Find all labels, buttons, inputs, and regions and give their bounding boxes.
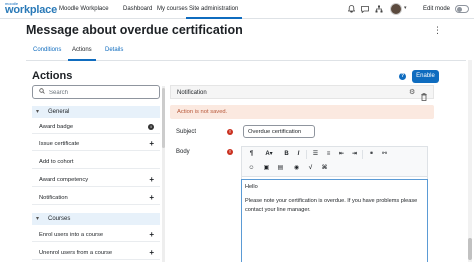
- org-icon[interactable]: [374, 4, 384, 14]
- italic-icon[interactable]: I: [294, 150, 303, 159]
- page-scrollbar[interactable]: [468, 60, 472, 262]
- bell-icon[interactable]: [346, 4, 356, 14]
- unlink-icon[interactable]: ⚯: [380, 150, 389, 159]
- left-scrollbar[interactable]: [162, 86, 165, 262]
- edit-mode-label: Edit mode: [423, 6, 451, 12]
- nav-dashboard[interactable]: Dashboard: [123, 5, 152, 13]
- search-input[interactable]: [49, 88, 149, 97]
- top-navbar: moodle workplace Moodle Workplace Dashbo…: [0, 0, 474, 19]
- list-item-issue-certificate[interactable]: Issue certificate +: [32, 137, 160, 151]
- body-label: Body: [176, 149, 190, 155]
- active-tab-indicator: [68, 59, 96, 61]
- body-line: Hello: [245, 184, 258, 190]
- add-icon[interactable]: +: [149, 248, 154, 257]
- list-item-label: Unenrol users from a course: [39, 250, 113, 256]
- list-item-label: Add to cohort: [39, 159, 74, 165]
- info-icon[interactable]: i: [148, 124, 154, 130]
- moodle-workplace-logo[interactable]: moodle workplace: [5, 2, 57, 17]
- unsaved-warning: Action is not saved.: [170, 105, 434, 119]
- image-icon[interactable]: ▣: [262, 164, 271, 173]
- nav-my-courses[interactable]: My courses: [157, 5, 188, 13]
- tab-actions[interactable]: Actions: [72, 46, 92, 54]
- section-title: Courses: [48, 216, 71, 222]
- list-item-unenrol-users[interactable]: Unenrol users from a course +: [32, 246, 160, 260]
- bold-icon[interactable]: B: [282, 150, 291, 159]
- gear-icon[interactable]: ⚙: [409, 88, 415, 97]
- nav-moodle-workplace[interactable]: Moodle Workplace: [59, 5, 109, 13]
- kebab-menu-icon[interactable]: ⋮: [433, 25, 442, 35]
- toolbar-separator: [362, 150, 363, 159]
- scrollbar-thumb[interactable]: [468, 238, 472, 260]
- subject-input[interactable]: [248, 128, 312, 136]
- required-icon: !: [227, 149, 233, 155]
- chevron-down-icon: ▾: [36, 109, 40, 115]
- section-general[interactable]: ▾ General: [32, 106, 160, 118]
- tab-conditions[interactable]: Conditions: [33, 46, 61, 54]
- body-editor[interactable]: ¶ A▾ B I ☰ ≡ ⇤ ⇥ ⚭ ⚯ ☺ ▣ ▤ ◉ √ ⌘ Hello P…: [241, 146, 428, 262]
- body-textarea[interactable]: Hello Please note your certification is …: [241, 179, 428, 262]
- add-icon[interactable]: +: [149, 193, 154, 202]
- chevron-down-icon[interactable]: ▾: [404, 5, 407, 11]
- toolbar-separator: [306, 150, 307, 159]
- edit-mode-toggle[interactable]: [455, 5, 469, 13]
- actions-list-panel: ▾ General Award badge i Issue certificat…: [32, 85, 160, 262]
- list-item-notification[interactable]: Notification +: [32, 191, 160, 205]
- list-item-add-to-cohort[interactable]: Add to cohort: [32, 155, 160, 169]
- notification-title: Notification: [177, 90, 207, 96]
- subject-field[interactable]: [243, 125, 315, 138]
- subject-label: Subject: [176, 129, 197, 135]
- add-icon[interactable]: +: [149, 139, 154, 148]
- emoji-icon[interactable]: ☺: [247, 164, 256, 173]
- tab-details[interactable]: Details: [105, 46, 123, 54]
- equation-icon[interactable]: √: [306, 164, 315, 173]
- indent-icon[interactable]: ⇥: [350, 150, 359, 159]
- link-icon[interactable]: ⚭: [367, 150, 376, 159]
- media-icon[interactable]: ▤: [276, 164, 285, 173]
- accessibility-icon[interactable]: ◉: [292, 164, 301, 173]
- list-item-label: Notification: [39, 195, 68, 201]
- list-item-label: Issue certificate: [39, 141, 80, 147]
- actions-heading: Actions: [32, 70, 73, 82]
- nav-active-indicator: [186, 17, 242, 19]
- outdent-icon[interactable]: ⇤: [337, 150, 346, 159]
- unordered-list-icon[interactable]: ☰: [311, 150, 320, 159]
- warning-text: Action is not saved.: [177, 109, 228, 115]
- search-field[interactable]: [32, 85, 160, 99]
- help-icon[interactable]: ?: [399, 73, 406, 80]
- toggle-knob: [457, 7, 462, 12]
- list-item-label: Award competency: [39, 177, 89, 183]
- list-item-label: Enrol users into a course: [39, 232, 104, 238]
- section-title: General: [48, 109, 70, 115]
- list-item-enrol-users[interactable]: Enrol users into a course +: [32, 228, 160, 242]
- avatar[interactable]: [390, 3, 402, 15]
- body-line: contact your line manager.: [245, 207, 311, 213]
- enable-button[interactable]: Enable: [412, 70, 439, 83]
- notification-header: Notification ⚙: [170, 85, 434, 101]
- required-icon: !: [227, 129, 233, 135]
- nav-site-administration[interactable]: Site administration: [189, 5, 238, 13]
- list-item-award-badge[interactable]: Award badge i: [32, 120, 160, 134]
- code-icon[interactable]: ⌘: [320, 164, 329, 173]
- chevron-down-icon: ▾: [36, 216, 40, 222]
- search-icon: [39, 88, 45, 97]
- logo-big-text: workplace: [5, 4, 58, 16]
- font-color-icon[interactable]: A▾: [262, 150, 276, 159]
- add-icon[interactable]: +: [149, 230, 154, 239]
- body-line: Please note your certification is overdu…: [245, 198, 418, 204]
- page-title: Message about overdue certification: [26, 23, 243, 37]
- chat-icon[interactable]: [360, 4, 370, 14]
- ordered-list-icon[interactable]: ≡: [324, 150, 333, 159]
- list-item-award-competency[interactable]: Award competency +: [32, 173, 160, 187]
- editor-toolbar: ¶ A▾ B I ☰ ≡ ⇤ ⇥ ⚭ ⚯ ☺ ▣ ▤ ◉ √ ⌘: [242, 147, 427, 177]
- add-icon[interactable]: +: [149, 175, 154, 184]
- section-courses[interactable]: ▾ Courses: [32, 213, 160, 225]
- notification-panel: Notification ⚙ Action is not saved. Subj…: [170, 85, 434, 262]
- paragraph-icon[interactable]: ¶: [247, 150, 256, 159]
- trash-icon[interactable]: [421, 88, 427, 101]
- scrollbar-thumb[interactable]: [162, 88, 165, 148]
- list-item-label: Award badge: [39, 124, 74, 130]
